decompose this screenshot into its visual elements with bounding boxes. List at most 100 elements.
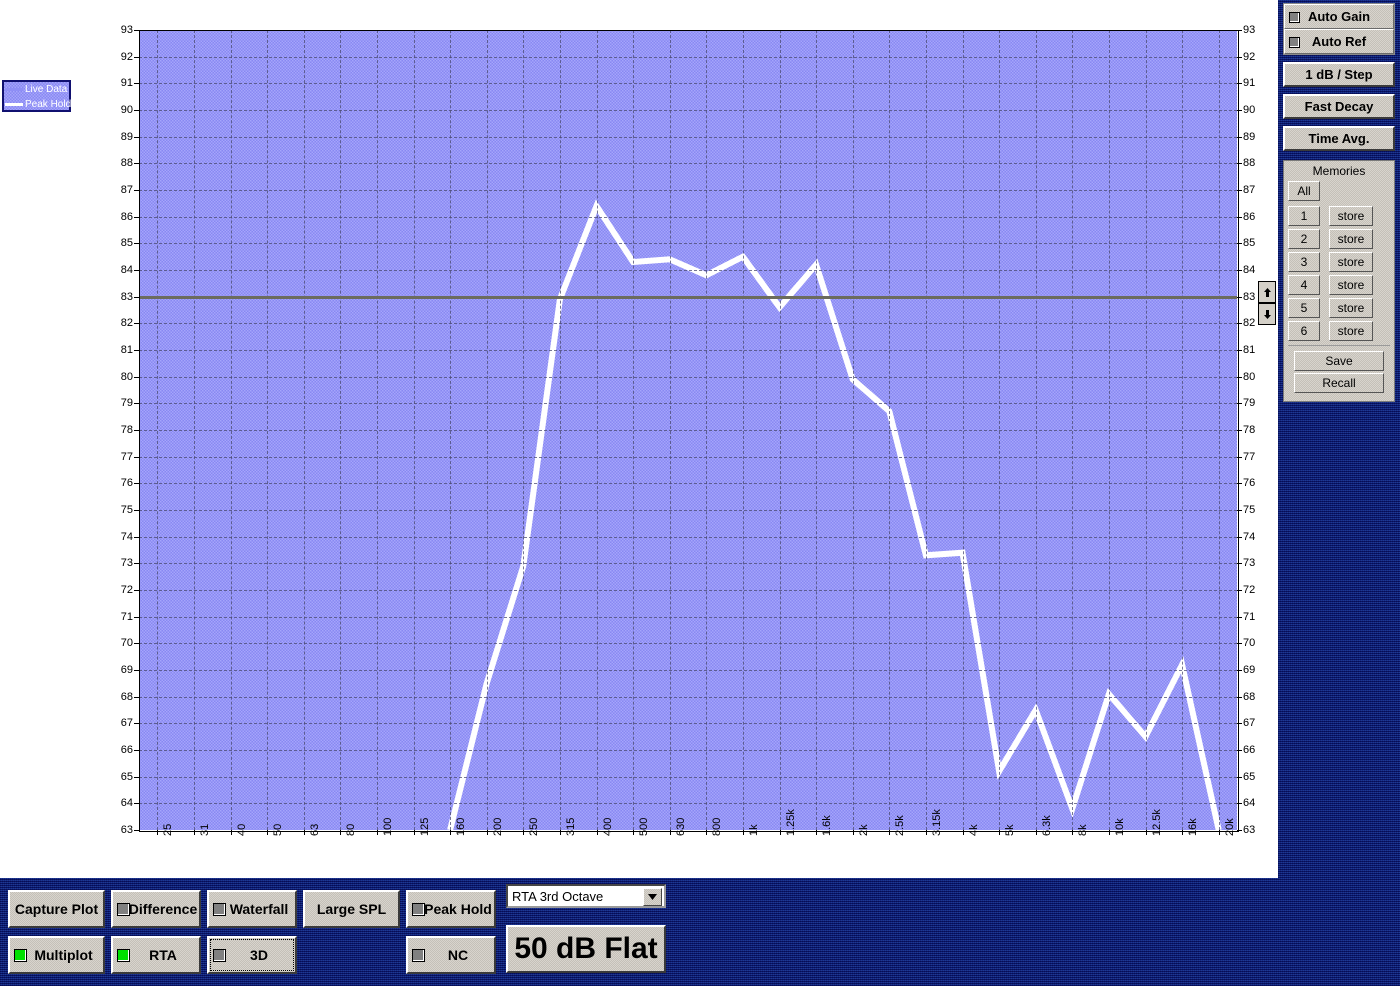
x-axis-tick-label: 500 bbox=[638, 817, 651, 836]
memory-3-store-button[interactable]: store bbox=[1329, 252, 1373, 272]
y-axis-tick-mark bbox=[134, 430, 139, 431]
y-axis-tick-label: 86 bbox=[120, 210, 133, 223]
memory-1-button[interactable]: 1 bbox=[1288, 206, 1320, 226]
memories-recall-button[interactable]: Recall bbox=[1294, 373, 1384, 393]
y-axis-tick-label: 92 bbox=[120, 50, 133, 63]
x-axis-tick-label: 2k bbox=[857, 824, 870, 836]
plot-area[interactable] bbox=[139, 30, 1237, 830]
memory-6-store-button[interactable]: store bbox=[1329, 321, 1373, 341]
memory-all-button[interactable]: All bbox=[1288, 181, 1320, 201]
memory-4-button[interactable]: 4 bbox=[1288, 275, 1320, 295]
spl-display-button[interactable]: 50 dB Flat bbox=[506, 925, 666, 973]
legend: Live Data Peak Hold bbox=[2, 80, 71, 112]
x-axis-tick-label: 16k bbox=[1187, 818, 1200, 836]
y-axis-tick-label: 89 bbox=[120, 130, 133, 143]
y-axis-tick-label: 76 bbox=[1243, 477, 1256, 490]
nc-indicator-icon[interactable] bbox=[412, 949, 425, 962]
y-axis-tick-mark bbox=[134, 723, 139, 725]
y-axis-tick-label: 84 bbox=[1243, 264, 1256, 276]
y-axis-tick-label: 66 bbox=[1243, 744, 1256, 756]
y-axis-tick-label: 71 bbox=[120, 610, 133, 623]
db-step-button[interactable]: 1 dB / Step bbox=[1283, 62, 1395, 87]
y-axis-tick-label: 73 bbox=[1243, 557, 1256, 570]
x-axis-tick-mark bbox=[852, 830, 854, 835]
y-axis-tick-label: 68 bbox=[1243, 690, 1256, 703]
fast-decay-button[interactable]: Fast Decay bbox=[1283, 94, 1395, 119]
x-axis-tick-label: 125 bbox=[418, 817, 431, 836]
peak-hold-button[interactable]: Peak Hold bbox=[406, 890, 496, 928]
threed-button[interactable]: 3D bbox=[207, 936, 297, 974]
y-axis-tick-mark bbox=[1237, 30, 1242, 31]
memories-recall-label: Recall bbox=[1322, 376, 1356, 390]
chevron-down-icon[interactable] bbox=[643, 888, 662, 906]
memory-5-store-button[interactable]: store bbox=[1329, 298, 1373, 318]
fast-decay-label: Fast Decay bbox=[1304, 99, 1374, 114]
x-axis-tick-mark bbox=[450, 830, 452, 835]
large-spl-button[interactable]: Large SPL bbox=[303, 890, 400, 928]
y-axis-tick-mark bbox=[134, 350, 139, 351]
y-axis-tick-label: 91 bbox=[1243, 77, 1256, 90]
x-axis-tick-label: 31 bbox=[198, 823, 211, 836]
y-axis-tick-mark bbox=[134, 590, 139, 591]
y-axis-tick-label: 63 bbox=[120, 824, 133, 836]
x-axis-tick-label: 40 bbox=[235, 823, 248, 836]
y-axis-tick-label: 85 bbox=[1243, 237, 1256, 250]
y-axis-tick-mark bbox=[1237, 376, 1242, 378]
auto-gain-checkbox-icon[interactable] bbox=[1289, 11, 1300, 23]
x-axis-tick-label: 250 bbox=[528, 817, 541, 836]
memory-2-store-button[interactable]: store bbox=[1329, 229, 1373, 249]
peak-hold-indicator-icon[interactable] bbox=[412, 903, 425, 916]
memory-2-button[interactable]: 2 bbox=[1288, 229, 1320, 249]
memory-all-label: All bbox=[1297, 184, 1311, 198]
auto-gain-button[interactable]: Auto Gain bbox=[1284, 4, 1394, 29]
memory-4-store-button[interactable]: store bbox=[1329, 275, 1373, 295]
y-axis-tick-mark bbox=[134, 110, 139, 111]
rta-indicator-icon[interactable] bbox=[117, 949, 130, 962]
mode-select-dropdown[interactable]: RTA 3rd Octave bbox=[506, 884, 666, 908]
y-axis-tick-label: 67 bbox=[120, 717, 133, 730]
time-avg-button[interactable]: Time Avg. bbox=[1283, 126, 1395, 151]
y-axis-tick-mark bbox=[1237, 723, 1242, 725]
multiplot-label: Multiplot bbox=[34, 947, 93, 963]
y-axis-tick-label: 78 bbox=[120, 424, 133, 436]
y-axis-tick-label: 81 bbox=[1243, 344, 1256, 356]
multiplot-button[interactable]: Multiplot bbox=[8, 936, 105, 974]
memory-6-button[interactable]: 6 bbox=[1288, 321, 1320, 341]
x-axis-tick-mark bbox=[157, 830, 159, 835]
nc-button[interactable]: NC bbox=[406, 936, 496, 974]
memory-1-store-button[interactable]: store bbox=[1329, 206, 1373, 226]
memory-1-store-label: store bbox=[1337, 209, 1365, 223]
auto-ref-checkbox-icon[interactable] bbox=[1289, 36, 1300, 48]
memories-save-button[interactable]: Save bbox=[1294, 351, 1384, 371]
y-axis-tick-mark bbox=[134, 56, 139, 58]
y-axis-tick-label: 83 bbox=[120, 290, 133, 303]
y-axis-tick-label: 87 bbox=[120, 184, 133, 196]
nc-label: NC bbox=[447, 947, 469, 963]
auto-ref-button[interactable]: Auto Ref bbox=[1284, 29, 1394, 54]
y-axis-tick-label: 78 bbox=[1243, 424, 1256, 436]
x-axis-tick-mark bbox=[267, 830, 269, 835]
y-axis-tick-mark bbox=[134, 216, 139, 218]
y-axis-tick-label: 85 bbox=[120, 237, 133, 250]
threed-label: 3D bbox=[250, 947, 268, 963]
y-axis-tick-label: 77 bbox=[1243, 450, 1256, 463]
y-axis-tick-label: 63 bbox=[1243, 824, 1256, 836]
memory-3-button[interactable]: 3 bbox=[1288, 252, 1320, 272]
y-axis-tick-label: 81 bbox=[120, 344, 133, 356]
x-axis-tick-mark bbox=[706, 830, 708, 835]
waterfall-indicator-icon[interactable] bbox=[213, 903, 226, 916]
y-axis-tick-label: 80 bbox=[1243, 370, 1256, 383]
legend-label-peak-hold: Peak Hold bbox=[25, 98, 72, 110]
capture-plot-button[interactable]: Capture Plot bbox=[8, 890, 105, 928]
y-axis-tick-mark bbox=[134, 563, 139, 565]
multiplot-indicator-icon[interactable] bbox=[14, 949, 27, 962]
memory-5-button[interactable]: 5 bbox=[1288, 298, 1320, 318]
y-axis-tick-mark bbox=[134, 323, 139, 325]
difference-button[interactable]: Difference bbox=[111, 890, 201, 928]
rta-button[interactable]: RTA bbox=[111, 936, 201, 974]
y-axis-tick-label: 73 bbox=[120, 557, 133, 570]
memories-panel: Memories All 1 store 2 store 3 store 4 store 5 st… bbox=[1283, 160, 1395, 402]
waterfall-button[interactable]: Waterfall bbox=[207, 890, 297, 928]
threed-indicator-icon[interactable] bbox=[213, 949, 226, 962]
difference-indicator-icon[interactable] bbox=[117, 903, 130, 916]
